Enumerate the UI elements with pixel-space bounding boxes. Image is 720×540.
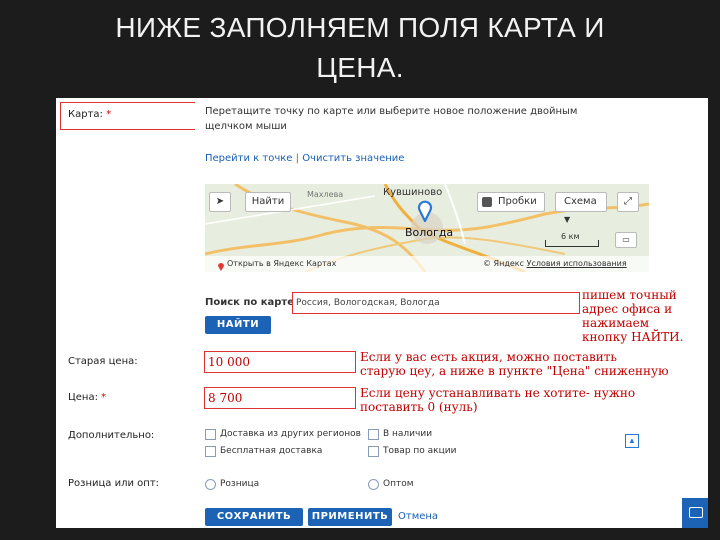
checkbox-in-stock[interactable]: [368, 429, 379, 440]
goto-point-link[interactable]: Перейти к точке: [205, 153, 292, 164]
price-note: Если цену устанавливать не хотите- нужно…: [360, 386, 708, 414]
chevron-down-icon: ▼: [564, 215, 571, 224]
map-city-label: Вологда: [405, 226, 454, 239]
map-scale-label: 6 км: [561, 232, 580, 241]
radio-label: Оптом: [383, 479, 414, 489]
save-button[interactable]: СОХРАНИТЬ: [205, 508, 303, 526]
open-in-yandex-link[interactable]: Открыть в Яндекс Картах: [227, 259, 336, 268]
links-separator: |: [295, 153, 299, 164]
locate-arrow-icon: ➤: [215, 196, 225, 207]
search-input[interactable]: Россия, Вологодская, Вологда: [292, 292, 580, 314]
old-price-label: Старая цена:: [68, 356, 138, 367]
search-note-line: пишем точный: [582, 288, 677, 302]
old-price-input[interactable]: 10 000: [204, 351, 356, 373]
map-place-2: Махлева: [307, 190, 344, 199]
form-screenshot: Карта: * Перетащите точку по карте или в…: [56, 98, 708, 528]
radio-wholesale[interactable]: [368, 479, 379, 490]
map-layers-label: Схема: [564, 196, 597, 207]
ruler-button[interactable]: ▭: [615, 232, 637, 248]
ruler-icon: ▭: [622, 235, 630, 244]
cancel-link[interactable]: Отмена: [398, 511, 438, 522]
radio-label: Розница: [220, 479, 260, 489]
map-hint-line-1: Перетащите точку по карте или выберите н…: [205, 106, 578, 117]
traffic-button-label: Пробки: [498, 196, 537, 207]
expand-icon: ⤢: [624, 196, 632, 207]
chat-widget-button[interactable]: [682, 498, 708, 528]
yandex-map[interactable]: ➤ Найти Кувшиново Махлева Вологда Пробки…: [205, 184, 649, 272]
price-note-line: поставить 0 (нуль): [360, 400, 478, 414]
search-label: Поиск по карте:: [205, 297, 298, 308]
map-hint-line-2: щелчком мыши: [205, 121, 287, 132]
old-price-note-line: Если у вас есть акция, можно поставить: [360, 350, 617, 364]
copyright-text: © Яндекс: [483, 259, 525, 268]
search-note-line: кнопку НАЙТИ.: [582, 330, 684, 344]
find-button[interactable]: НАЙТИ: [205, 316, 271, 334]
checkbox-free-delivery[interactable]: [205, 446, 216, 457]
checkbox-label: Товар по акции: [383, 446, 457, 456]
slide-title-line-1: НИЖЕ ЗАПОЛНЯЕМ ПОЛЯ КАРТА И: [115, 12, 605, 43]
retail-label: Розница или опт:: [68, 478, 160, 489]
checkbox-delivery-regions[interactable]: [205, 429, 216, 440]
fullscreen-button[interactable]: ⤢: [617, 192, 639, 212]
clear-value-link[interactable]: Очистить значение: [302, 153, 404, 164]
checkbox-promo[interactable]: [368, 446, 379, 457]
apply-button[interactable]: ПРИМЕНИТЬ: [308, 508, 392, 526]
traffic-icon: [482, 197, 492, 207]
slide-title: НИЖЕ ЗАПОЛНЯЕМ ПОЛЯ КАРТА И ЦЕНА.: [0, 8, 720, 88]
traffic-button[interactable]: Пробки: [477, 192, 545, 212]
map-find-button[interactable]: Найти: [245, 192, 291, 212]
checkbox-label: Доставка из других регионов: [220, 429, 361, 439]
radio-retail[interactable]: [205, 479, 216, 490]
locate-button[interactable]: ➤: [209, 192, 231, 212]
expand-toggle[interactable]: ▲: [625, 434, 639, 448]
map-label: Карта: *: [68, 109, 112, 120]
slide-title-line-2: ЦЕНА.: [316, 52, 404, 83]
map-copyright: © Яндекс Условия использования: [483, 259, 627, 268]
chat-icon: [689, 507, 703, 518]
map-links: Перейти к точке | Очистить значение: [205, 153, 404, 164]
caret-up-icon: ▲: [628, 436, 636, 445]
old-price-note-line: старую цеу, а ниже в пункте "Цена" сниже…: [360, 364, 669, 378]
search-note-line: адрес офиса и: [582, 302, 673, 316]
terms-link[interactable]: Условия использования: [527, 259, 627, 268]
search-note: пишем точный адрес офиса и нажимаем кноп…: [582, 288, 708, 344]
search-note-line: нажимаем: [582, 316, 650, 330]
checkbox-label: Бесплатная доставка: [220, 446, 323, 456]
extra-label: Дополнительно:: [68, 430, 155, 441]
map-scale-bar: [545, 240, 599, 247]
map-layers-dropdown[interactable]: Схема ▼: [555, 192, 607, 224]
price-note-line: Если цену устанавливать не хотите- нужно: [360, 386, 636, 400]
map-hint: Перетащите точку по карте или выберите н…: [205, 104, 625, 134]
yandex-pin-icon: [217, 258, 225, 271]
old-price-note: Если у вас есть акция, можно поставить с…: [360, 350, 708, 378]
checkbox-label: В наличии: [383, 429, 433, 439]
map-pin-icon[interactable]: [417, 200, 433, 224]
map-place-1: Кувшиново: [383, 187, 443, 198]
price-label: Цена: *: [68, 392, 107, 403]
price-input[interactable]: 8 700: [204, 387, 356, 409]
